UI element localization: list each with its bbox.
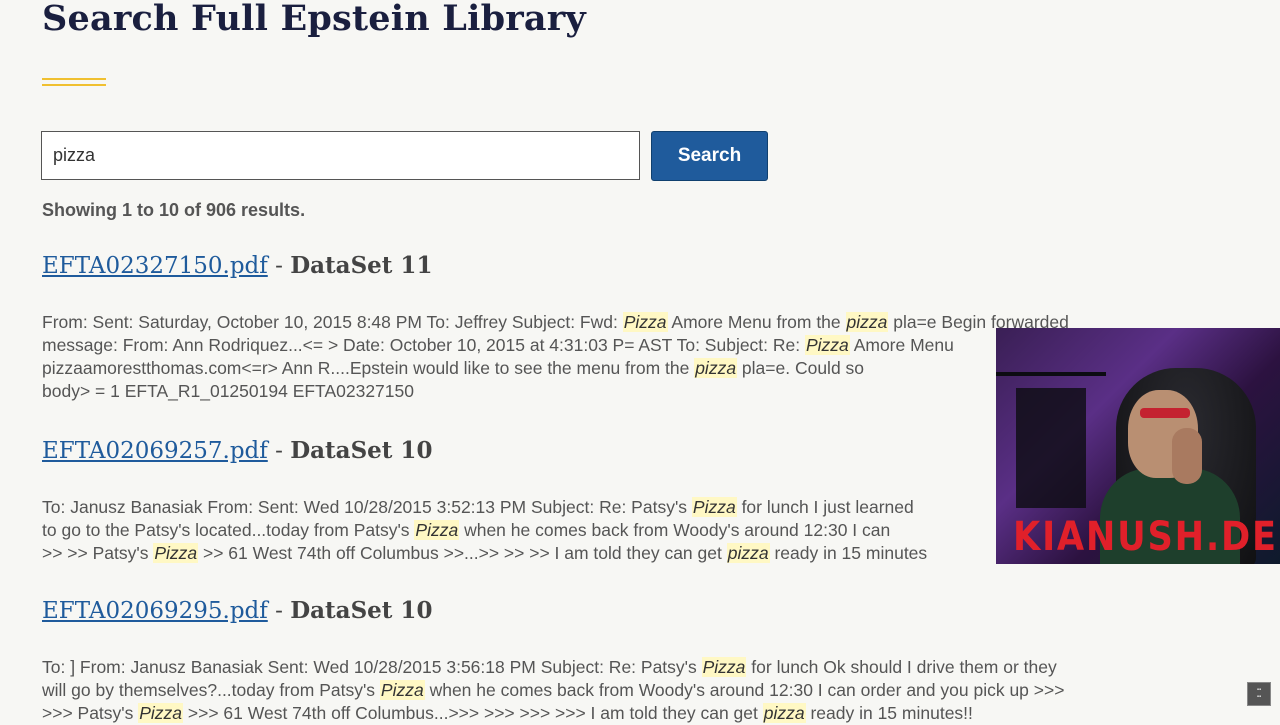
snippet-text: >>> Patsy's [42,703,139,723]
snippet-text: ready in 15 minutes!! [805,703,973,723]
result-separator: - [267,253,291,279]
search-hit-highlight: Pizza [701,657,747,677]
snippet-text: will go by themselves?...today from Pats… [42,680,380,700]
snippet-text: Amore Menu from the [667,312,846,332]
search-hit-highlight: Pizza [379,680,425,700]
result-heading: EFTA02069295.pdf - DataSet 10 [42,596,1262,626]
webcam-overlay: KIANUSH.DE [996,328,1280,564]
search-hit-highlight: Pizza [622,312,668,332]
result-file-link[interactable]: EFTA02327150.pdf [42,253,268,279]
result-dataset: DataSet 11 [290,252,433,279]
channel-badge-icon: ▪▪ ▪▪ [1247,682,1271,706]
webcam-shelf [1016,388,1086,508]
search-button[interactable]: Search [651,131,768,181]
snippet-text: pla=e. Could so [737,358,865,378]
search-hit-highlight: Pizza [153,543,199,563]
search-hit-highlight: pizza [845,312,889,332]
title-accent-divider [42,78,106,88]
result-file-link[interactable]: EFTA02069257.pdf [42,438,268,464]
streamer-brand-logo: KIANUSH.DE [1013,514,1278,560]
snippet-text: for lunch Ok should I drive them or they [746,657,1057,677]
result-separator: - [267,438,291,464]
snippet-line: will go by themselves?...today from Pats… [42,679,1262,702]
snippet-text: ready in 15 minutes [769,543,928,563]
snippet-text: >> 61 West 74th off Columbus >>...>> >> … [198,543,727,563]
snippet-text: when he comes back from Woody's around 1… [459,520,891,540]
search-hit-highlight: pizza [726,543,770,563]
snippet-text: pizzaamorestthomas.com<=r> Ann R....Epst… [42,358,695,378]
result-dataset: DataSet 10 [290,437,433,464]
results-summary: Showing 1 to 10 of 906 results. [42,200,306,220]
snippet-text: message: From: Ann Rodriquez...<= > Date… [42,335,805,355]
result-heading: EFTA02327150.pdf - DataSet 11 [42,251,1262,281]
snippet-line: To: ] From: Janusz Banasiak Sent: Wed 10… [42,656,1262,679]
webcam-hand [1172,428,1202,484]
search-hit-highlight: Pizza [805,335,850,355]
snippet-text: Amore Menu [849,335,954,355]
result-file-link[interactable]: EFTA02069295.pdf [42,598,268,624]
search-hit-highlight: Pizza [691,497,737,517]
search-result: EFTA02069295.pdf - DataSet 10 To: ] From… [42,596,1262,725]
snippet-text: From: Sent: Saturday, October 10, 2015 8… [42,312,623,332]
result-dataset: DataSet 10 [290,597,433,624]
snippet-text: body> = 1 EFTA_R1_01250194 EFTA02327150 [42,381,414,401]
snippet-text: to go to the Patsy's located...today fro… [42,520,415,540]
search-hit-highlight: Pizza [414,520,460,540]
result-snippet: To: ] From: Janusz Banasiak Sent: Wed 10… [42,656,1262,725]
page-title: Search Full Epstein Library [42,0,586,39]
snippet-text: >> >> Patsy's [42,543,154,563]
snippet-text: To: ] From: Janusz Banasiak Sent: Wed 10… [42,657,702,677]
snippet-line: >>> Patsy's Pizza >>> 61 West 74th off C… [42,702,1262,725]
snippet-text: >>> 61 West 74th off Columbus...>>> >>> … [183,703,763,723]
snippet-text: when he comes back from Woody's around 1… [424,680,1065,700]
search-input[interactable] [41,131,640,180]
search-hit-highlight: pizza [694,358,738,378]
search-hit-highlight: Pizza [138,703,184,723]
webcam-sunglasses [1140,408,1190,418]
search-hit-highlight: pizza [762,703,806,723]
result-separator: - [267,598,291,624]
snippet-text: To: Janusz Banasiak From: Sent: Wed 10/2… [42,497,692,517]
webcam-shelf [996,372,1106,376]
snippet-text: for lunch I just learned [736,497,914,517]
